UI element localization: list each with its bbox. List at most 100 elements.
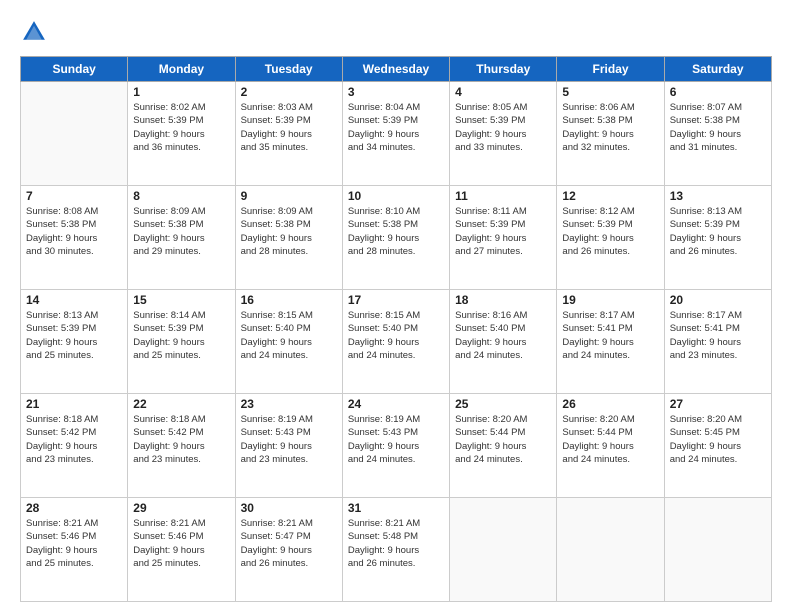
weekday-header: Sunday [21, 57, 128, 82]
day-info: Sunrise: 8:02 AMSunset: 5:39 PMDaylight:… [133, 101, 229, 154]
calendar-cell: 10 Sunrise: 8:10 AMSunset: 5:38 PMDayligh… [342, 186, 449, 290]
calendar-header: SundayMondayTuesdayWednesdayThursdayFrid… [21, 57, 772, 82]
weekday-header: Wednesday [342, 57, 449, 82]
day-number: 19 [562, 293, 658, 307]
day-number: 26 [562, 397, 658, 411]
day-info: Sunrise: 8:04 AMSunset: 5:39 PMDaylight:… [348, 101, 444, 154]
calendar-week-row: 21 Sunrise: 8:18 AMSunset: 5:42 PMDayligh… [21, 394, 772, 498]
day-info: Sunrise: 8:11 AMSunset: 5:39 PMDaylight:… [455, 205, 551, 258]
day-number: 31 [348, 501, 444, 515]
calendar-body: 1 Sunrise: 8:02 AMSunset: 5:39 PMDaylight… [21, 82, 772, 602]
calendar-cell: 19 Sunrise: 8:17 AMSunset: 5:41 PMDayligh… [557, 290, 664, 394]
calendar-cell: 31 Sunrise: 8:21 AMSunset: 5:48 PMDayligh… [342, 498, 449, 602]
day-info: Sunrise: 8:09 AMSunset: 5:38 PMDaylight:… [241, 205, 337, 258]
day-info: Sunrise: 8:06 AMSunset: 5:38 PMDaylight:… [562, 101, 658, 154]
day-number: 3 [348, 85, 444, 99]
calendar-cell: 25Sunrise: 8:20 AMSunset: 5:44 PMDayligh… [450, 394, 557, 498]
day-number: 11 [455, 189, 551, 203]
calendar-cell: 26 Sunrise: 8:20 AMSunset: 5:44 PMDayligh… [557, 394, 664, 498]
day-number: 14 [26, 293, 122, 307]
weekday-row: SundayMondayTuesdayWednesdayThursdayFrid… [21, 57, 772, 82]
day-number: 5 [562, 85, 658, 99]
day-info: Sunrise: 8:18 AMSunset: 5:42 PMDaylight:… [26, 413, 122, 466]
day-info: Sunrise: 8:03 AMSunset: 5:39 PMDaylight:… [241, 101, 337, 154]
calendar-cell [450, 498, 557, 602]
calendar-week-row: 1 Sunrise: 8:02 AMSunset: 5:39 PMDaylight… [21, 82, 772, 186]
day-info: Sunrise: 8:08 AMSunset: 5:38 PMDaylight:… [26, 205, 122, 258]
day-number: 23 [241, 397, 337, 411]
day-info: Sunrise: 8:20 AMSunset: 5:45 PMDaylight:… [670, 413, 766, 466]
day-info: Sunrise: 8:14 AMSunset: 5:39 PMDaylight:… [133, 309, 229, 362]
calendar-cell: 1 Sunrise: 8:02 AMSunset: 5:39 PMDaylight… [128, 82, 235, 186]
calendar-cell: 15 Sunrise: 8:14 AMSunset: 5:39 PMDayligh… [128, 290, 235, 394]
calendar-cell: 3 Sunrise: 8:04 AMSunset: 5:39 PMDaylight… [342, 82, 449, 186]
calendar-cell: 23 Sunrise: 8:19 AMSunset: 5:43 PMDayligh… [235, 394, 342, 498]
day-info: Sunrise: 8:10 AMSunset: 5:38 PMDaylight:… [348, 205, 444, 258]
day-number: 4 [455, 85, 551, 99]
calendar-cell [664, 498, 771, 602]
calendar-cell: 14Sunrise: 8:13 AMSunset: 5:39 PMDayligh… [21, 290, 128, 394]
calendar-cell: 29 Sunrise: 8:21 AMSunset: 5:46 PMDayligh… [128, 498, 235, 602]
calendar-cell: 4Sunrise: 8:05 AMSunset: 5:39 PMDaylight… [450, 82, 557, 186]
day-number: 29 [133, 501, 229, 515]
day-number: 6 [670, 85, 766, 99]
calendar-page: SundayMondayTuesdayWednesdayThursdayFrid… [0, 0, 792, 612]
weekday-header: Saturday [664, 57, 771, 82]
day-number: 21 [26, 397, 122, 411]
day-info: Sunrise: 8:21 AMSunset: 5:46 PMDaylight:… [26, 517, 122, 570]
day-number: 16 [241, 293, 337, 307]
calendar-cell: 2Sunrise: 8:03 AMSunset: 5:39 PMDaylight… [235, 82, 342, 186]
day-info: Sunrise: 8:17 AMSunset: 5:41 PMDaylight:… [562, 309, 658, 362]
day-number: 18 [455, 293, 551, 307]
day-number: 27 [670, 397, 766, 411]
calendar-cell: 11 Sunrise: 8:11 AMSunset: 5:39 PMDayligh… [450, 186, 557, 290]
day-number: 13 [670, 189, 766, 203]
day-info: Sunrise: 8:18 AMSunset: 5:42 PMDaylight:… [133, 413, 229, 466]
day-info: Sunrise: 8:21 AMSunset: 5:46 PMDaylight:… [133, 517, 229, 570]
calendar-cell: 6 Sunrise: 8:07 AMSunset: 5:38 PMDaylight… [664, 82, 771, 186]
day-number: 10 [348, 189, 444, 203]
calendar-cell: 28 Sunrise: 8:21 AMSunset: 5:46 PMDayligh… [21, 498, 128, 602]
day-number: 30 [241, 501, 337, 515]
calendar-cell: 18 Sunrise: 8:16 AMSunset: 5:40 PMDayligh… [450, 290, 557, 394]
weekday-header: Friday [557, 57, 664, 82]
day-number: 22 [133, 397, 229, 411]
calendar-cell: 16 Sunrise: 8:15 AMSunset: 5:40 PMDayligh… [235, 290, 342, 394]
calendar-cell: 30 Sunrise: 8:21 AMSunset: 5:47 PMDayligh… [235, 498, 342, 602]
calendar-table: SundayMondayTuesdayWednesdayThursdayFrid… [20, 56, 772, 602]
day-info: Sunrise: 8:19 AMSunset: 5:43 PMDaylight:… [241, 413, 337, 466]
page-header [20, 18, 772, 46]
weekday-header: Thursday [450, 57, 557, 82]
calendar-week-row: 7 Sunrise: 8:08 AMSunset: 5:38 PMDaylight… [21, 186, 772, 290]
calendar-cell: 21 Sunrise: 8:18 AMSunset: 5:42 PMDayligh… [21, 394, 128, 498]
day-number: 8 [133, 189, 229, 203]
day-number: 7 [26, 189, 122, 203]
calendar-cell: 24Sunrise: 8:19 AMSunset: 5:43 PMDayligh… [342, 394, 449, 498]
calendar-cell [21, 82, 128, 186]
day-info: Sunrise: 8:09 AMSunset: 5:38 PMDaylight:… [133, 205, 229, 258]
day-info: Sunrise: 8:21 AMSunset: 5:48 PMDaylight:… [348, 517, 444, 570]
day-info: Sunrise: 8:16 AMSunset: 5:40 PMDaylight:… [455, 309, 551, 362]
day-number: 24 [348, 397, 444, 411]
day-info: Sunrise: 8:21 AMSunset: 5:47 PMDaylight:… [241, 517, 337, 570]
weekday-header: Tuesday [235, 57, 342, 82]
day-info: Sunrise: 8:17 AMSunset: 5:41 PMDaylight:… [670, 309, 766, 362]
day-number: 15 [133, 293, 229, 307]
weekday-header: Monday [128, 57, 235, 82]
day-info: Sunrise: 8:20 AMSunset: 5:44 PMDaylight:… [562, 413, 658, 466]
day-info: Sunrise: 8:07 AMSunset: 5:38 PMDaylight:… [670, 101, 766, 154]
calendar-cell: 12Sunrise: 8:12 AMSunset: 5:39 PMDayligh… [557, 186, 664, 290]
day-number: 28 [26, 501, 122, 515]
day-number: 1 [133, 85, 229, 99]
day-info: Sunrise: 8:15 AMSunset: 5:40 PMDaylight:… [241, 309, 337, 362]
calendar-cell [557, 498, 664, 602]
logo-icon [20, 18, 48, 46]
calendar-cell: 8 Sunrise: 8:09 AMSunset: 5:38 PMDaylight… [128, 186, 235, 290]
calendar-week-row: 14Sunrise: 8:13 AMSunset: 5:39 PMDayligh… [21, 290, 772, 394]
day-number: 25 [455, 397, 551, 411]
day-info: Sunrise: 8:13 AMSunset: 5:39 PMDaylight:… [670, 205, 766, 258]
calendar-cell: 7 Sunrise: 8:08 AMSunset: 5:38 PMDaylight… [21, 186, 128, 290]
logo [20, 18, 52, 46]
calendar-cell: 22 Sunrise: 8:18 AMSunset: 5:42 PMDayligh… [128, 394, 235, 498]
day-number: 20 [670, 293, 766, 307]
